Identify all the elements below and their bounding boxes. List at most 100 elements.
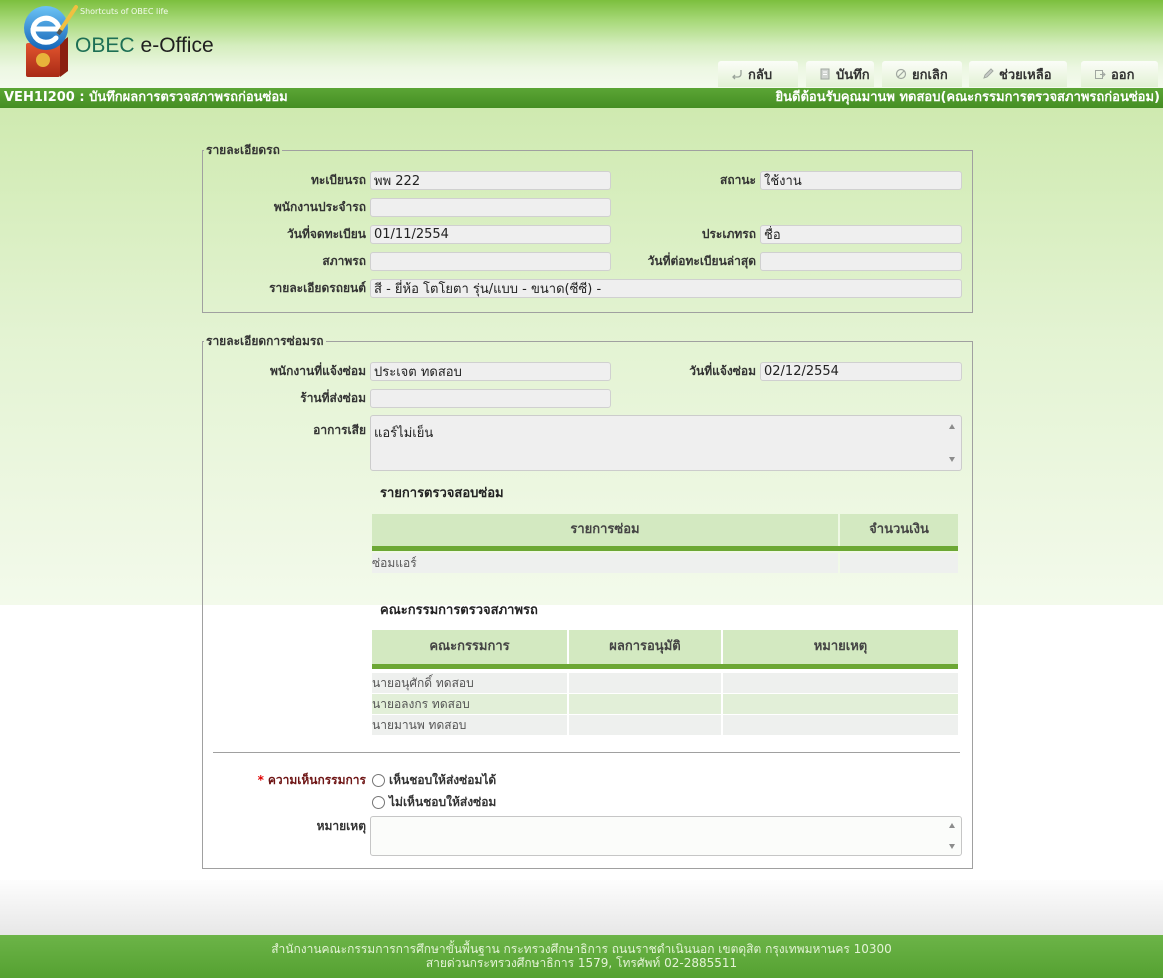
vehicle-details-section: รายละเอียดรถ ทะเบียนรถ สถานะ พนักงานประจ… — [202, 143, 973, 313]
status-field[interactable] — [760, 171, 962, 190]
committee-opinion-label-text: ความเห็นกรรมการ — [267, 773, 366, 787]
member-name-cell: นายมานพ ทดสอบ — [372, 715, 567, 735]
table-row: ซ่อมแอร์ — [372, 553, 958, 573]
remark-field[interactable] — [371, 817, 961, 855]
approve-option-label: เห็นชอบให้ส่งซ่อมได้ — [389, 773, 497, 787]
repair-checklist-table: รายการซ่อม จำนวนเงิน ซ่อมแอร์ — [372, 514, 958, 573]
page-footer: สำนักงานคณะกรรมการการศึกษาขั้นพื้นฐาน กร… — [0, 935, 1163, 978]
remark-scrollbar[interactable] — [944, 817, 961, 855]
column-header-amount: จำนวนเงิน — [840, 514, 958, 546]
footer-address: สำนักงานคณะกรรมการการศึกษาขั้นพื้นฐาน กร… — [271, 942, 892, 956]
table-header-rule — [372, 664, 958, 669]
exit-button-label: ออก — [1111, 67, 1135, 83]
report-date-label: วันที่แจ้งซ่อม — [689, 364, 756, 378]
column-header-repair-item: รายการซ่อม — [372, 514, 838, 546]
approval-result-cell — [569, 715, 721, 735]
table-row: นายอนุศักดิ์ ทดสอบ — [372, 673, 958, 693]
table-row: นายอลงกร ทดสอบ — [372, 694, 958, 714]
back-button[interactable]: กลับ — [718, 61, 798, 87]
remark-cell — [723, 694, 958, 714]
remark-cell — [723, 715, 958, 735]
help-button-label: ช่วยเหลือ — [999, 67, 1052, 83]
member-name-cell: นายอลงกร ทดสอบ — [372, 694, 567, 714]
required-mark: * — [257, 773, 264, 787]
approval-result-cell — [569, 694, 721, 714]
app-brand: OBEC e-Office — [75, 33, 214, 59]
vehicle-description-label: รายละเอียดรถยนต์ — [269, 281, 366, 295]
help-pen-icon — [983, 68, 994, 79]
exit-button[interactable]: ออก — [1081, 61, 1158, 87]
scroll-up-icon[interactable] — [949, 424, 955, 429]
scroll-up-icon[interactable] — [949, 823, 955, 828]
table-header-row: รายการซ่อม จำนวนเงิน — [372, 514, 958, 546]
reporter-label: พนักงานที่แจ้งซ่อม — [270, 364, 366, 378]
table-header-row: คณะกรรมการ ผลการอนุมัติ หมายเหตุ — [372, 630, 958, 664]
symptom-field-box: แอร์ไม่เย็น — [370, 415, 962, 471]
brand-e-office: e-Office — [140, 34, 214, 57]
cancel-circle-icon — [895, 68, 907, 80]
repair-details-legend: รายละเอียดการซ่อมรถ — [206, 334, 324, 348]
approve-radio[interactable] — [372, 774, 385, 787]
scroll-down-icon[interactable] — [949, 457, 955, 462]
save-button-label: บันทึก — [836, 67, 870, 83]
repair-details-section: รายละเอียดการซ่อมรถ พนักงานที่แจ้งซ่อม ว… — [202, 334, 973, 869]
scroll-down-icon[interactable] — [949, 844, 955, 849]
registration-date-label: วันที่จดทะเบียน — [287, 227, 366, 241]
last-renewal-date-field[interactable] — [760, 252, 962, 271]
driver-label: พนักงานประจำรถ — [273, 200, 366, 214]
opinion-option-reject[interactable]: ไม่เห็นชอบให้ส่งซ่อม — [370, 793, 496, 812]
cancel-button-label: ยกเลิก — [912, 67, 948, 83]
save-button[interactable]: บันทึก — [806, 61, 874, 87]
e-logo-icon — [24, 5, 78, 77]
committee-table: คณะกรรมการ ผลการอนุมัติ หมายเหตุ นายอนุศ… — [372, 630, 958, 735]
repair-item-cell: ซ่อมแอร์ — [372, 553, 838, 573]
symptom-scrollbar[interactable] — [944, 416, 961, 470]
report-date-field[interactable] — [760, 362, 962, 381]
cancel-button[interactable]: ยกเลิก — [882, 61, 962, 87]
table-header-rule — [372, 546, 958, 551]
last-renewal-date-label: วันที่ต่อทะเบียนล่าสุด — [647, 254, 756, 268]
plate-label: ทะเบียนรถ — [310, 173, 366, 187]
vehicle-type-label: ประเภทรถ — [701, 227, 756, 241]
remark-cell — [723, 673, 958, 693]
vehicle-description-field[interactable] — [370, 279, 962, 298]
column-header-approval-result: ผลการอนุมัติ — [569, 630, 721, 664]
approval-result-cell — [569, 673, 721, 693]
condition-label: สภาพรถ — [322, 254, 366, 268]
back-arrow-icon — [732, 70, 742, 80]
app-tagline: Shortcuts of OBEC life — [80, 7, 169, 16]
amount-cell — [840, 553, 958, 573]
column-header-remark: หมายเหตุ — [723, 630, 958, 664]
page-title: VEH1I200 : บันทึกผลการตรวจสภาพรถก่อนซ่อม — [4, 90, 288, 105]
reject-option-label: ไม่เห็นชอบให้ส่งซ่อม — [389, 795, 497, 809]
section-divider — [213, 752, 960, 753]
table-row: นายมานพ ทดสอบ — [372, 715, 958, 735]
status-label: สถานะ — [720, 173, 756, 187]
remark-field-box — [370, 816, 962, 856]
exit-icon — [1095, 70, 1106, 79]
vehicle-details-legend: รายละเอียดรถ — [206, 143, 280, 157]
page-title-bar: VEH1I200 : บันทึกผลการตรวจสภาพรถก่อนซ่อม… — [0, 88, 1163, 108]
back-button-label: กลับ — [748, 67, 773, 83]
vehicle-type-field[interactable] — [760, 225, 962, 244]
footer-hotline: สายด่วนกระทรวงศึกษาธิการ 1579, โทรศัพท์ … — [425, 956, 738, 970]
opinion-option-approve[interactable]: เห็นชอบให้ส่งซ่อมได้ — [370, 771, 496, 790]
repair-shop-field[interactable] — [370, 389, 611, 408]
reject-radio[interactable] — [372, 796, 385, 809]
app-header: Shortcuts of OBEC life OBEC e-Office กลับ… — [0, 0, 1163, 88]
repair-shop-label: ร้านที่ส่งซ่อม — [300, 391, 366, 405]
brand-obec: OBEC — [75, 34, 135, 57]
symptom-label: อาการเสีย — [313, 423, 366, 437]
save-document-icon — [820, 68, 830, 80]
repair-checklist-title: รายการตรวจสอบซ่อม — [380, 486, 504, 501]
committee-opinion-label: * ความเห็นกรรมการ — [202, 771, 366, 790]
footer-shadow-band — [0, 880, 1163, 935]
obec-e-office-logo[interactable] — [18, 3, 80, 79]
driver-field[interactable] — [370, 198, 611, 217]
symptom-field[interactable]: แอร์ไม่เย็น — [371, 416, 961, 470]
welcome-message: ยินดีต้อนรับคุณมานพ ทดสอบ(คณะกรรมการตรวจ… — [775, 90, 1160, 105]
column-header-committee-member: คณะกรรมการ — [372, 630, 567, 664]
member-name-cell: นายอนุศักดิ์ ทดสอบ — [372, 673, 567, 693]
help-button[interactable]: ช่วยเหลือ — [969, 61, 1067, 87]
committee-title: คณะกรรมการตรวจสภาพรถ — [380, 603, 538, 618]
